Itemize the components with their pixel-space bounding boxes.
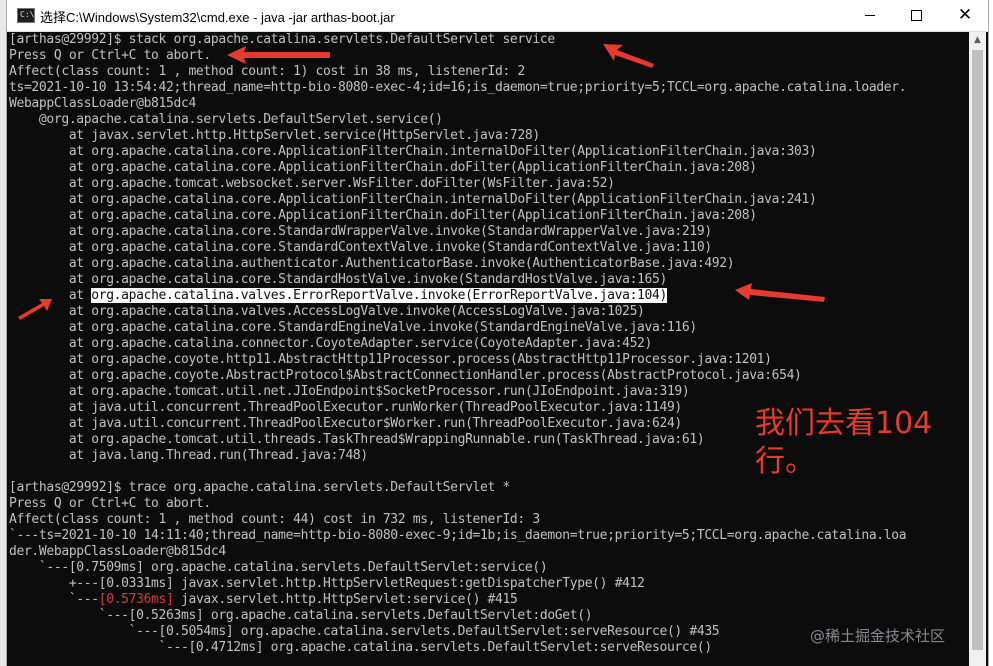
annotation-text: 我们去看104 行。 xyxy=(755,405,932,481)
annotation-line-1: 我们去看104 xyxy=(755,406,933,441)
annotation-arrows xyxy=(18,44,825,320)
watermark: @稀土掘金技术社区 xyxy=(810,627,946,645)
arrow-icon xyxy=(603,44,654,68)
arrow-icon xyxy=(227,46,330,64)
annotation-line-2: 行。 xyxy=(755,444,815,479)
arrow-icon xyxy=(18,299,52,320)
arrow-icon xyxy=(735,283,825,302)
